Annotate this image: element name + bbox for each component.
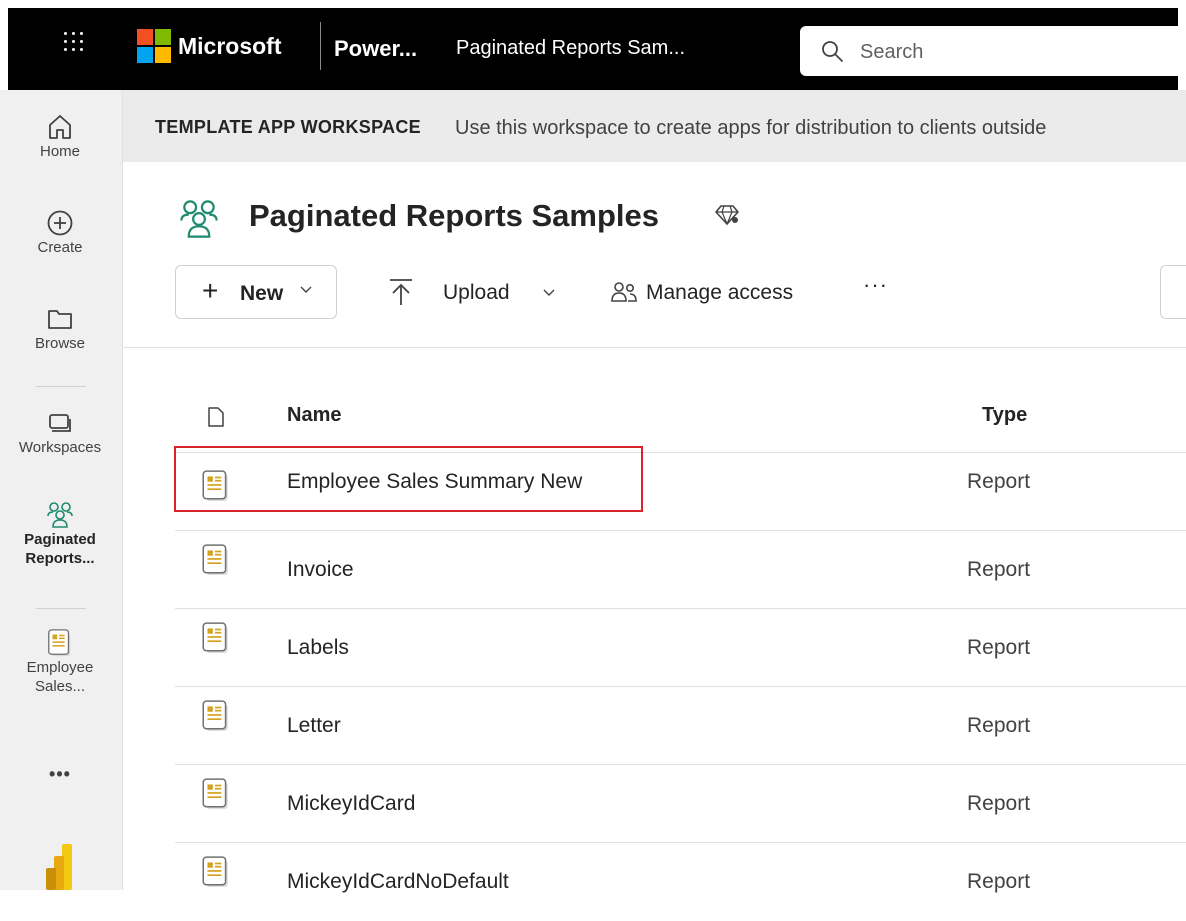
nav-workspaces[interactable]: Workspaces xyxy=(0,408,120,457)
upload-icon xyxy=(390,279,412,305)
nav-home[interactable]: Home xyxy=(0,112,120,161)
table-row[interactable]: Labels Report xyxy=(175,609,1186,687)
report-icon xyxy=(202,778,228,809)
home-icon xyxy=(49,115,71,139)
table-row[interactable]: Letter Report xyxy=(175,687,1186,765)
column-header-type[interactable]: Type xyxy=(982,404,1027,427)
row-name[interactable]: MickeyIdCard xyxy=(287,792,415,816)
row-type: Report xyxy=(967,558,1031,581)
row-type: Report xyxy=(967,636,1031,659)
workspace-people-icon xyxy=(47,502,73,528)
top-header: Microsoft Power... Paginated Reports Sam… xyxy=(0,0,1186,90)
page-title: Paginated Reports Samples xyxy=(249,198,660,233)
report-icon xyxy=(202,622,228,653)
nav-home-label: Home xyxy=(39,143,80,160)
search-input[interactable] xyxy=(858,26,1162,78)
nav-divider xyxy=(36,608,86,609)
toolbar-filter-box[interactable] xyxy=(1160,265,1186,319)
workspace-banner: TEMPLATE APP WORKSPACE Use this workspac… xyxy=(123,90,1186,162)
breadcrumb[interactable]: Paginated Reports Sam... xyxy=(456,37,685,60)
nav-divider xyxy=(36,386,86,387)
report-icon xyxy=(48,629,71,657)
chevron-down-icon xyxy=(300,286,312,293)
nav-paginated-reports[interactable]: Paginated Reports... xyxy=(0,500,120,568)
chevron-down-icon xyxy=(543,289,555,296)
table-row[interactable]: Employee Sales Summary New Report xyxy=(175,453,1186,531)
row-name[interactable]: MickeyIdCardNoDefault xyxy=(287,870,509,894)
column-header-name[interactable]: Name xyxy=(287,404,341,427)
divider xyxy=(123,347,1186,348)
table-row[interactable]: MickeyIdCard Report xyxy=(175,765,1186,843)
nav-create-label: Create xyxy=(37,239,83,256)
premium-diamond-icon xyxy=(715,205,739,226)
nav-employee-sales-label: Employee Sales... xyxy=(26,659,94,695)
create-icon xyxy=(47,210,73,236)
report-icon xyxy=(202,700,228,731)
file-type-icon xyxy=(208,407,224,427)
row-type: Report xyxy=(967,792,1031,815)
power-bi-logo-icon xyxy=(46,844,72,890)
main-content: TEMPLATE APP WORKSPACE Use this workspac… xyxy=(123,90,1186,893)
row-type: Report xyxy=(967,870,1031,893)
banner-text: Use this workspace to create apps for di… xyxy=(455,117,1047,139)
nav-more-button[interactable]: ••• xyxy=(0,764,120,785)
new-button-label: New xyxy=(240,282,284,305)
product-name[interactable]: Power... xyxy=(334,36,417,62)
row-name[interactable]: Labels xyxy=(287,636,349,660)
nav-browse[interactable]: Browse xyxy=(0,304,120,353)
nav-workspaces-label: Workspaces xyxy=(18,439,102,456)
nav-employee-sales[interactable]: Employee Sales... xyxy=(0,628,120,696)
new-button[interactable]: + New xyxy=(175,265,337,319)
upload-button[interactable]: Upload xyxy=(388,265,568,319)
plus-icon: + xyxy=(202,275,219,306)
upload-label: Upload xyxy=(443,281,510,304)
people-icon xyxy=(611,282,637,302)
nav-paginated-reports-label: Paginated Reports... xyxy=(24,531,96,567)
header-divider xyxy=(320,22,321,70)
folder-icon xyxy=(48,310,72,329)
nav-browse-label: Browse xyxy=(34,335,86,352)
left-nav: Home Create Browse Workspaces Paginated … xyxy=(0,90,123,890)
app-launcher-icon[interactable] xyxy=(62,30,86,54)
toolbar-more-button[interactable]: ··· xyxy=(863,272,888,298)
manage-access-button[interactable]: Manage access xyxy=(611,265,831,319)
search-box[interactable] xyxy=(800,26,1186,78)
row-name[interactable]: Invoice xyxy=(287,558,354,582)
table-row[interactable]: Invoice Report xyxy=(175,531,1186,609)
workspaces-icon xyxy=(49,414,71,432)
table-row[interactable]: MickeyIdCardNoDefault Report xyxy=(175,843,1186,921)
report-icon xyxy=(202,470,228,501)
nav-create[interactable]: Create xyxy=(0,208,120,257)
row-name[interactable]: Letter xyxy=(287,714,341,738)
row-type: Report xyxy=(967,470,1031,493)
brand-name[interactable]: Microsoft xyxy=(178,33,282,60)
workspace-people-icon xyxy=(180,200,218,238)
report-icon xyxy=(202,856,228,887)
manage-access-label: Manage access xyxy=(646,281,794,304)
row-name[interactable]: Employee Sales Summary New xyxy=(287,470,582,494)
report-icon xyxy=(202,544,228,575)
row-type: Report xyxy=(967,714,1031,737)
microsoft-logo-icon xyxy=(137,29,171,63)
search-icon xyxy=(822,41,843,62)
banner-label: TEMPLATE APP WORKSPACE xyxy=(155,117,421,137)
